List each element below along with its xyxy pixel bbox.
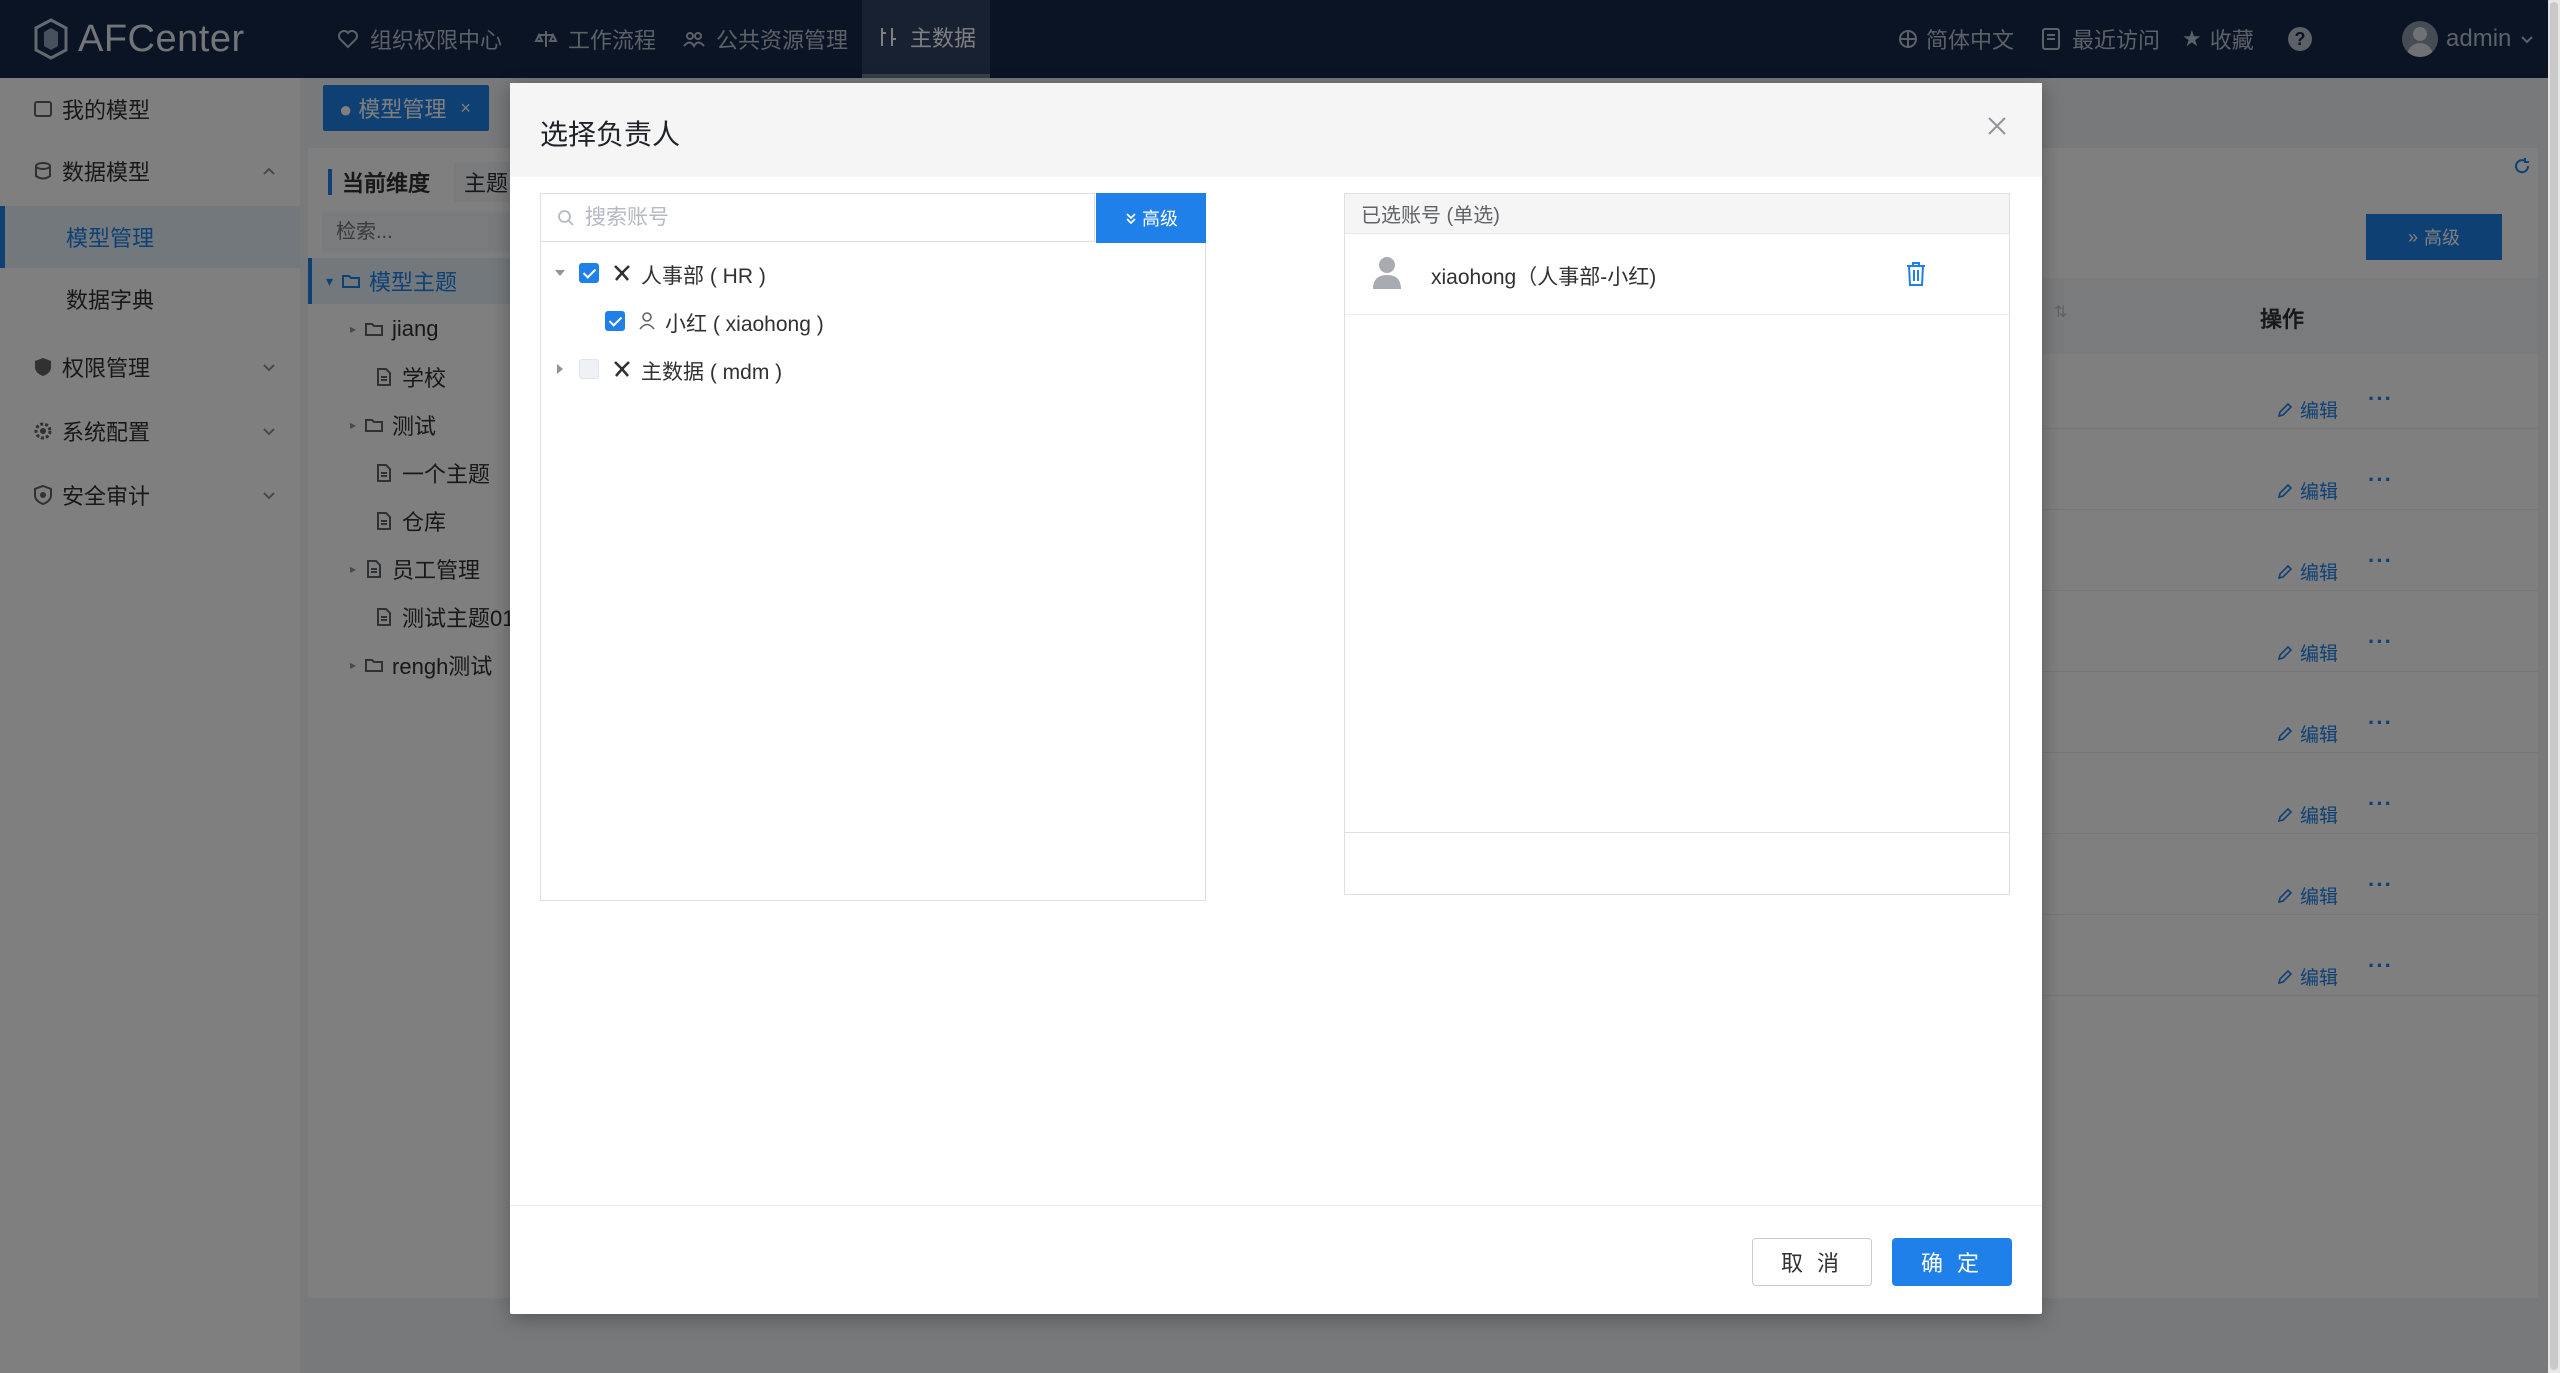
selected-account-item: xiaohong（人事部-小红) — [1345, 235, 2009, 315]
select-owner-dialog: 选择负责人 高级 人事部 ( HR ) 小红 — [510, 83, 2042, 1314]
advanced-label: 高级 — [1142, 209, 1178, 229]
tree-node-label: 主数据 ( mdm ) — [641, 361, 783, 384]
selected-account-label: xiaohong（人事部-小红) — [1431, 266, 1657, 289]
tree-node-hr[interactable]: 人事部 ( HR ) — [541, 250, 1205, 296]
advanced-button[interactable]: 高级 — [1096, 193, 1206, 243]
caret-down-icon[interactable] — [553, 266, 567, 280]
checkbox-hr[interactable] — [579, 263, 599, 283]
page-scrollbar[interactable] — [2548, 0, 2560, 1373]
caret-right-icon[interactable] — [553, 362, 567, 376]
checkbox-mdm[interactable] — [579, 359, 599, 379]
org-icon — [614, 361, 630, 377]
org-icon — [614, 265, 630, 281]
app-root: AFCenter 组织权限中心 工作流程 公共资源管理 主数据 简体中文 最近访… — [0, 0, 2560, 1373]
dialog-title: 选择负责人 — [540, 119, 681, 150]
search-icon — [558, 209, 574, 226]
tree-node-mdm[interactable]: 主数据 ( mdm ) — [541, 346, 1205, 392]
user-avatar-icon — [1373, 257, 1401, 289]
user-icon — [639, 312, 655, 330]
tree-node-xiaohong[interactable]: 小红 ( xiaohong ) — [541, 298, 1205, 344]
tree-node-label: 人事部 ( HR ) — [641, 265, 766, 288]
checkbox-xiaohong[interactable] — [605, 311, 625, 331]
confirm-button[interactable]: 确 定 — [1892, 1238, 2012, 1286]
tree-node-label: 小红 ( xiaohong ) — [665, 313, 824, 336]
dialog-header: 选择负责人 — [510, 83, 2042, 177]
close-icon[interactable] — [1984, 113, 2010, 139]
account-tree-panel: 高级 人事部 ( HR ) 小红 ( xiaohong ) 主数据 ( mdm — [540, 193, 1206, 901]
scrollbar-thumb[interactable] — [2550, 2, 2558, 1370]
selected-accounts-panel: 已选账号 (单选) xiaohong（人事部-小红) — [1344, 193, 2010, 895]
account-search — [541, 194, 1095, 242]
cancel-button[interactable]: 取 消 — [1752, 1238, 1872, 1286]
double-chevron-down-icon — [1126, 213, 1136, 225]
trash-icon[interactable] — [1905, 261, 1927, 287]
account-search-input[interactable] — [585, 205, 1065, 230]
dialog-footer-divider — [510, 1205, 2042, 1206]
panel-divider — [1345, 832, 2009, 833]
selected-accounts-header: 已选账号 (单选) — [1345, 194, 2009, 234]
